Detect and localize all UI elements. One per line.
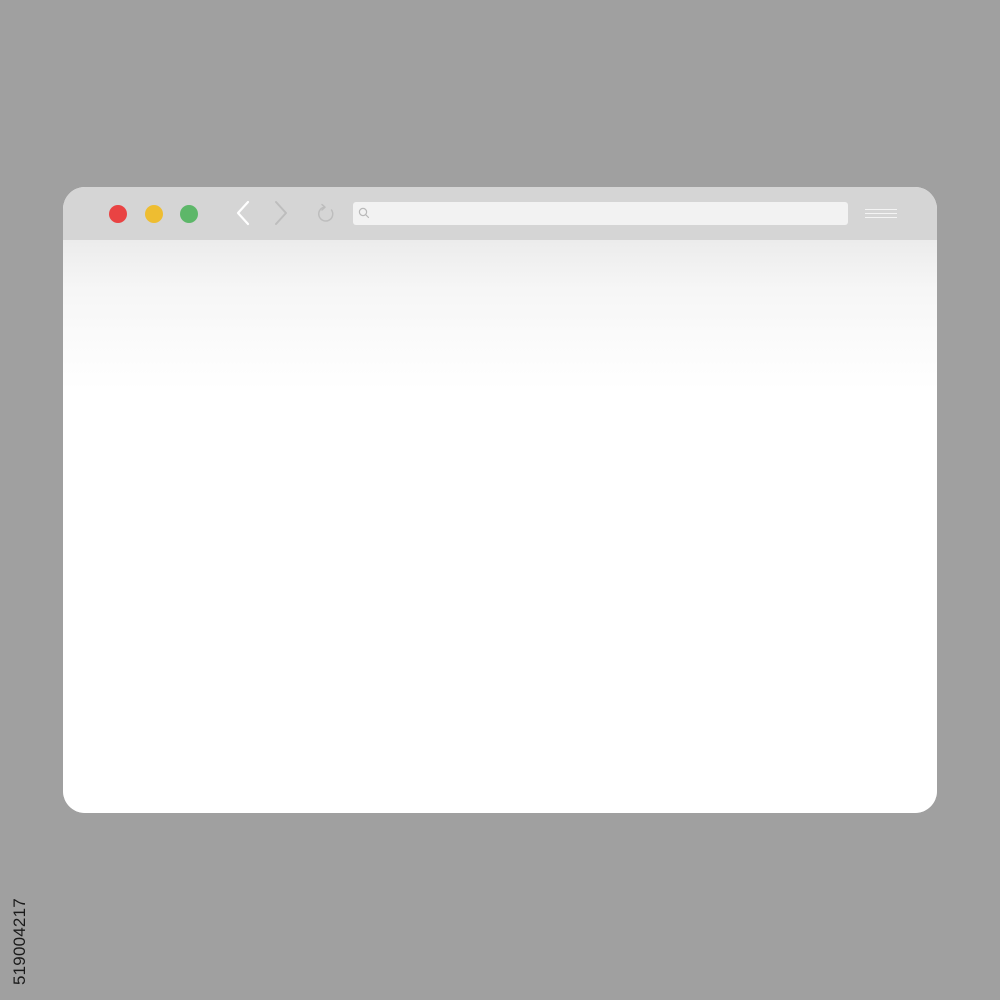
menu-line [865,209,897,210]
maximize-window-button[interactable] [180,205,198,223]
forward-button[interactable] [266,199,294,227]
browser-toolbar [63,187,937,240]
address-bar[interactable] [353,202,848,225]
back-button[interactable] [230,199,258,227]
menu-line [865,217,897,218]
close-window-button[interactable] [109,205,127,223]
chevron-right-icon [275,201,287,225]
reload-button[interactable] [312,199,340,227]
minimize-window-button[interactable] [145,205,163,223]
page-content-area [63,240,937,813]
stock-image-id: 519004217 [10,898,29,985]
search-icon [357,206,371,220]
menu-line [865,213,897,214]
address-input[interactable] [375,202,843,225]
chevron-left-icon [236,200,250,226]
menu-button[interactable] [863,205,899,223]
browser-window [63,187,937,813]
reload-icon [318,203,334,222]
